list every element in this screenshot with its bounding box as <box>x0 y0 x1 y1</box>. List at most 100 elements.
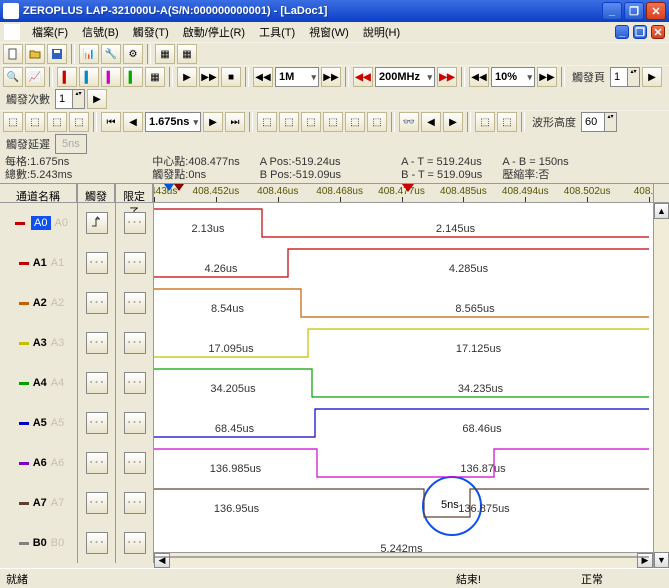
channel-name-A4[interactable]: A4A4 <box>0 363 77 403</box>
waveform-rows[interactable]: 5ns 2.13us2.145us4.26us4.285us8.54us8.56… <box>154 203 653 552</box>
waveform-row-B0[interactable]: 5.242ms <box>154 523 653 563</box>
marker-b-icon[interactable] <box>174 184 184 191</box>
tb3-9[interactable]: ⬚ <box>257 112 277 132</box>
qualifier-cell-A1[interactable] <box>124 252 146 274</box>
toolbar-btn-6[interactable]: ⚙ <box>123 44 143 64</box>
child-close-button[interactable]: ✕ <box>651 25 665 39</box>
menu-trigger[interactable]: 觸發(T) <box>127 23 175 41</box>
trigpage-spin[interactable]: 1 <box>610 67 640 87</box>
minimize-button[interactable]: _ <box>602 2 622 20</box>
toolbar-btn-7[interactable]: ▦ <box>155 44 175 64</box>
trigger-cell-A2[interactable] <box>86 292 108 314</box>
trigger-cell-A0[interactable] <box>86 212 108 234</box>
tb3-2[interactable]: ⬚ <box>25 112 45 132</box>
channel-name-A0[interactable]: A0A0 <box>0 203 77 243</box>
tb3-12[interactable]: ⬚ <box>323 112 343 132</box>
depth-prev[interactable]: ◀◀ <box>253 67 273 87</box>
trigger-cell-A4[interactable] <box>86 372 108 394</box>
trigger-cell-A7[interactable] <box>86 492 108 514</box>
tb3-15[interactable]: ◀ <box>421 112 441 132</box>
channel-name-A6[interactable]: A6A6 <box>0 443 77 483</box>
waveh-spin[interactable]: 60 <box>581 112 617 132</box>
waveform-row-A7[interactable]: 136.95us136.875us <box>154 483 653 523</box>
menu-tools[interactable]: 工具(T) <box>253 23 301 41</box>
menu-help[interactable]: 說明(H) <box>357 23 406 41</box>
toolbar-btn-4[interactable]: 📊 <box>79 44 99 64</box>
channel-name-A3[interactable]: A3A3 <box>0 323 77 363</box>
zoom-prev[interactable]: ◀◀ <box>469 67 489 87</box>
time-ruler[interactable]: 408.443us408.452us408.46us408.468us408.4… <box>154 184 653 203</box>
rate-next[interactable]: ▶▶ <box>437 67 457 87</box>
marker-a-icon[interactable] <box>164 184 174 191</box>
depth-next[interactable]: ▶▶ <box>321 67 341 87</box>
tb3-4[interactable]: ⬚ <box>69 112 89 132</box>
stop-button[interactable]: ■ <box>221 67 241 87</box>
channel-name-A5[interactable]: A5A5 <box>0 403 77 443</box>
child-restore-button[interactable]: ❐ <box>633 25 647 39</box>
tb3-17[interactable]: ⬚ <box>475 112 495 132</box>
toolbar2-btn-4[interactable]: ▍ <box>79 67 99 87</box>
save-button[interactable] <box>47 44 67 64</box>
channel-name-A2[interactable]: A2A2 <box>0 283 77 323</box>
qualifier-cell-A0[interactable] <box>124 212 146 234</box>
run-repeat-button[interactable]: ▶▶ <box>199 67 219 87</box>
vertical-scrollbar[interactable]: ▲ ▼ <box>653 184 669 568</box>
fivens-button[interactable]: 5ns <box>55 134 87 154</box>
toolbar2-btn-3[interactable]: ▍ <box>57 67 77 87</box>
rate-combo[interactable]: 200MHz <box>375 67 435 87</box>
rate-prev[interactable]: ◀◀ <box>353 67 373 87</box>
tb3-8[interactable]: ⏭ <box>225 112 245 132</box>
zoom-combo[interactable]: 10% <box>491 67 535 87</box>
tb3-7[interactable]: ▶ <box>203 112 223 132</box>
toolbar2-btn-1[interactable]: 🔍 <box>3 67 23 87</box>
toolbar2-btn-6[interactable]: ▍ <box>123 67 143 87</box>
tb3-10[interactable]: ⬚ <box>279 112 299 132</box>
waveform-row-A6[interactable]: 136.985us136.87us <box>154 443 653 483</box>
waveform-row-A1[interactable]: 4.26us4.285us <box>154 243 653 283</box>
menu-window[interactable]: 視窗(W) <box>303 23 355 41</box>
toolbar2-btn-7[interactable]: ▦ <box>145 67 165 87</box>
menu-signal[interactable]: 信號(B) <box>76 23 125 41</box>
waveform-row-A2[interactable]: 8.54us8.565us <box>154 283 653 323</box>
qualifier-cell-A6[interactable] <box>124 452 146 474</box>
waveform-row-A0[interactable]: 2.13us2.145us <box>154 203 653 243</box>
trigger-cell-A6[interactable] <box>86 452 108 474</box>
trigger-cell-A3[interactable] <box>86 332 108 354</box>
tb3-18[interactable]: ⬚ <box>497 112 517 132</box>
toolbar-btn-8[interactable]: ▦ <box>177 44 197 64</box>
toolbar2-btn-5[interactable]: ▍ <box>101 67 121 87</box>
qualifier-cell-A2[interactable] <box>124 292 146 314</box>
run-button[interactable]: ▶ <box>177 67 197 87</box>
vscroll-up[interactable]: ▲ <box>654 203 669 219</box>
app-menu-icon[interactable] <box>4 24 20 40</box>
qualifier-cell-A5[interactable] <box>124 412 146 434</box>
depth-combo[interactable]: 1M <box>275 67 319 87</box>
tb3-14[interactable]: ⬚ <box>367 112 387 132</box>
timebase-combo[interactable]: 1.675ns <box>145 112 201 132</box>
trigcount-spin[interactable]: 1 <box>55 89 85 109</box>
search-button[interactable]: 👓 <box>399 112 419 132</box>
toolbar2-btn-2[interactable]: 📈 <box>25 67 45 87</box>
toolbar-btn-5[interactable]: 🔧 <box>101 44 121 64</box>
close-button[interactable]: ✕ <box>646 2 666 20</box>
waveform-row-A4[interactable]: 34.205us34.235us <box>154 363 653 403</box>
channel-name-A1[interactable]: A1A1 <box>0 243 77 283</box>
open-button[interactable] <box>25 44 45 64</box>
qualifier-cell-A7[interactable] <box>124 492 146 514</box>
channel-name-B0[interactable]: B0B0 <box>0 523 77 563</box>
tb3-11[interactable]: ⬚ <box>301 112 321 132</box>
trigger-cell-B0[interactable] <box>86 532 108 554</box>
zoom-next[interactable]: ▶▶ <box>537 67 557 87</box>
waveform-area[interactable]: 408.443us408.452us408.46us408.468us408.4… <box>154 184 653 568</box>
waveform-row-A3[interactable]: 17.095us17.125us <box>154 323 653 363</box>
maximize-button[interactable]: ❐ <box>624 2 644 20</box>
trigger-cell-A1[interactable] <box>86 252 108 274</box>
tb3-3[interactable]: ⬚ <box>47 112 67 132</box>
child-minimize-button[interactable]: _ <box>615 25 629 39</box>
channel-name-A7[interactable]: A7A7 <box>0 483 77 523</box>
trigger-cell-A5[interactable] <box>86 412 108 434</box>
vscroll-down[interactable]: ▼ <box>654 552 669 568</box>
trigpage-go[interactable]: ▶ <box>642 67 662 87</box>
tb3-16[interactable]: ▶ <box>443 112 463 132</box>
vscroll-track[interactable] <box>654 219 669 552</box>
